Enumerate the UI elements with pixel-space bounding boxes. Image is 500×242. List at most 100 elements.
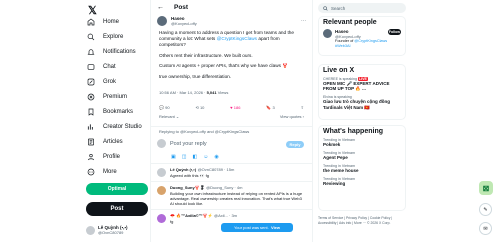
- reply-input[interactable]: Post your reply: [170, 141, 207, 147]
- account-switcher[interactable]: Lê Quỳnh (▪︎,▪︎) @OvnC80789: [86, 222, 148, 238]
- nav-label: Bookmarks: [103, 109, 134, 116]
- reply-handle: @Duong_Suny · 4m: [206, 184, 243, 190]
- home-icon: [86, 17, 95, 26]
- bio-hashtag[interactable]: #Web3AI: [335, 44, 351, 48]
- live-title: Live on X: [323, 67, 355, 74]
- post-body: Having a moment to address a question I …: [151, 28, 312, 87]
- like-action[interactable]: ♥ 186: [230, 105, 240, 110]
- optimal-label: Optimal: [107, 186, 127, 192]
- nav-articles[interactable]: Articles: [86, 135, 148, 150]
- relevant-person[interactable]: Haseo @KovyecLoffy Founder of @CryptKing…: [323, 29, 401, 49]
- chat-icon: [86, 62, 95, 71]
- post-paragraph: true ownership, true differentiation.: [159, 73, 232, 79]
- bookmark-action[interactable]: 🔖 3: [266, 105, 274, 110]
- sort-dropdown[interactable]: Relevant ⌄: [159, 114, 179, 119]
- nav-creator-studio[interactable]: Creator Studio: [86, 120, 148, 135]
- post-button[interactable]: Post: [86, 202, 148, 216]
- nav-chat[interactable]: Chat: [86, 59, 148, 74]
- reply-item[interactable]: Lê Quỳnh (▪︎,▪︎) @OvnC80789 · 15m Agreed…: [151, 162, 312, 181]
- live-space[interactable]: CHEREE is speaking LIVE OPEN MIC 🎤 EXPER…: [323, 77, 401, 91]
- reply-author[interactable]: 🪭 🔥™Axilla©™🦞⚡️: [170, 213, 213, 218]
- bio-mention-link[interactable]: @CryptKingsClaws: [354, 39, 387, 43]
- trend-topic: the meme house: [323, 168, 359, 173]
- space-title: Giao lưu trò chuyện cộng đồng Tardinals …: [323, 99, 391, 110]
- share-icon[interactable]: ⇪: [301, 105, 304, 110]
- views-label: Views: [216, 89, 229, 95]
- avatar[interactable]: [157, 213, 166, 223]
- repost-count: 10: [199, 104, 205, 110]
- reply-count: 90: [165, 104, 170, 110]
- reply-item[interactable]: Duong_Suny🦞🎖 @Duong_Suny · 4m Building y…: [151, 180, 312, 209]
- live-on-x-box: Live on X CHEREE is speaking LIVE OPEN M…: [318, 64, 406, 120]
- nav-label: Explore: [103, 33, 124, 40]
- profile-icon: [86, 153, 95, 162]
- post-author: Haseo @KovyecLoffy ···: [151, 14, 312, 28]
- grok-icon[interactable]: ◧: [192, 154, 197, 160]
- bookmark-count: 3: [272, 104, 275, 110]
- image-icon[interactable]: ▣: [171, 154, 176, 160]
- search-input[interactable]: Search: [318, 3, 406, 13]
- location-icon[interactable]: ◉: [214, 154, 218, 160]
- person-bio: Founder of @CryptKingsClaws #Web3AI: [335, 39, 388, 49]
- reply-author[interactable]: Duong_Suny🦞🎖: [170, 185, 205, 190]
- nav-premium[interactable]: Premium: [86, 89, 148, 104]
- author-handle[interactable]: @KovyecLoffy: [171, 21, 197, 26]
- nav-more[interactable]: More: [86, 165, 148, 180]
- messages-fab[interactable]: ✎: [479, 203, 492, 216]
- reply-action[interactable]: 💬 90: [159, 105, 170, 110]
- post-meta: 10:56 AM · Mar 14, 2026 · 5,041 Views: [151, 90, 312, 95]
- trend-item[interactable]: Trending in Vietnam the meme house: [323, 164, 401, 173]
- nav-explore[interactable]: Explore: [86, 29, 148, 44]
- nav-label: Chat: [103, 63, 116, 70]
- follow-label: Follow: [388, 30, 400, 34]
- nav-notifications[interactable]: Notifications: [86, 44, 148, 59]
- creator-studio-icon: [86, 123, 95, 132]
- post-paragraph: Having a moment to address a question I …: [159, 30, 304, 48]
- nav-home[interactable]: Home: [86, 14, 148, 29]
- view-count: 5,041: [206, 89, 217, 95]
- nav-bookmarks[interactable]: Bookmarks: [86, 105, 148, 120]
- trend-item[interactable]: Trending in Vietnam Agent Pepe: [323, 151, 401, 160]
- nav-profile[interactable]: Profile: [86, 150, 148, 165]
- reply-author[interactable]: Lê Quỳnh (▪︎,▪︎): [170, 167, 196, 172]
- gif-icon[interactable]: ◫: [182, 154, 187, 160]
- toast-view-link[interactable]: View: [271, 225, 280, 230]
- avatar[interactable]: [323, 29, 332, 38]
- avatar: [86, 225, 95, 235]
- trend-item[interactable]: Trending in Vietnam Pokmek: [323, 138, 401, 147]
- repost-icon: ⟲: [195, 104, 199, 110]
- post-timestamp[interactable]: 10:56 AM · Mar 14, 2026 ·: [159, 90, 207, 95]
- trend-item[interactable]: Trending in Vietnam Reviewing: [323, 177, 401, 186]
- avatar[interactable]: [157, 185, 166, 195]
- avatar[interactable]: [157, 167, 166, 177]
- mail-icon: ✉: [483, 225, 488, 232]
- grok-icon: [86, 77, 95, 86]
- post-sent-toast: Your post was sent. View: [221, 223, 293, 232]
- reply-text: Agreed with this 👀 fg: [170, 172, 209, 178]
- live-space[interactable]: Elvina is speaking Giao lưu trò chuyện c…: [323, 95, 401, 109]
- follow-button[interactable]: Follow: [387, 29, 401, 35]
- repost-action[interactable]: ⟲ 10: [195, 105, 204, 110]
- grok-fab[interactable]: ⊠: [479, 181, 493, 195]
- avatar[interactable]: [157, 16, 167, 26]
- reply-button[interactable]: Reply: [286, 141, 304, 148]
- emoji-icon[interactable]: ☺: [203, 154, 208, 160]
- post-label: Post: [110, 206, 124, 212]
- primary-nav: Home Explore Notifications Chat Grok Pre…: [86, 14, 148, 180]
- heart-icon: ♥: [230, 104, 233, 110]
- sort-row: Relevant ⌄ View quotes ›: [151, 114, 312, 119]
- view-quotes-link[interactable]: View quotes ›: [280, 114, 304, 119]
- nav-grok[interactable]: Grok: [86, 74, 148, 89]
- more-icon: [86, 168, 95, 177]
- back-arrow-icon[interactable]: ←: [157, 4, 164, 11]
- footer-links[interactable]: Terms of Service | Privacy Policy | Cook…: [318, 216, 406, 226]
- chat-fab[interactable]: ✉: [479, 222, 492, 235]
- nav-label: Grok: [103, 78, 117, 85]
- mention-link[interactable]: @CryptKingsClaws: [217, 36, 257, 41]
- replying-to: Replying to @KovyecLoffy and @CryptKings…: [151, 125, 312, 134]
- whats-happening-box: What's happening Trending in Vietnam Pokm…: [318, 125, 406, 211]
- reply-handle: @OvnC80789 · 15m: [197, 166, 235, 172]
- nav-label: Articles: [103, 139, 123, 146]
- optimal-button[interactable]: Optimal: [86, 183, 148, 195]
- more-options-icon[interactable]: ···: [301, 18, 306, 24]
